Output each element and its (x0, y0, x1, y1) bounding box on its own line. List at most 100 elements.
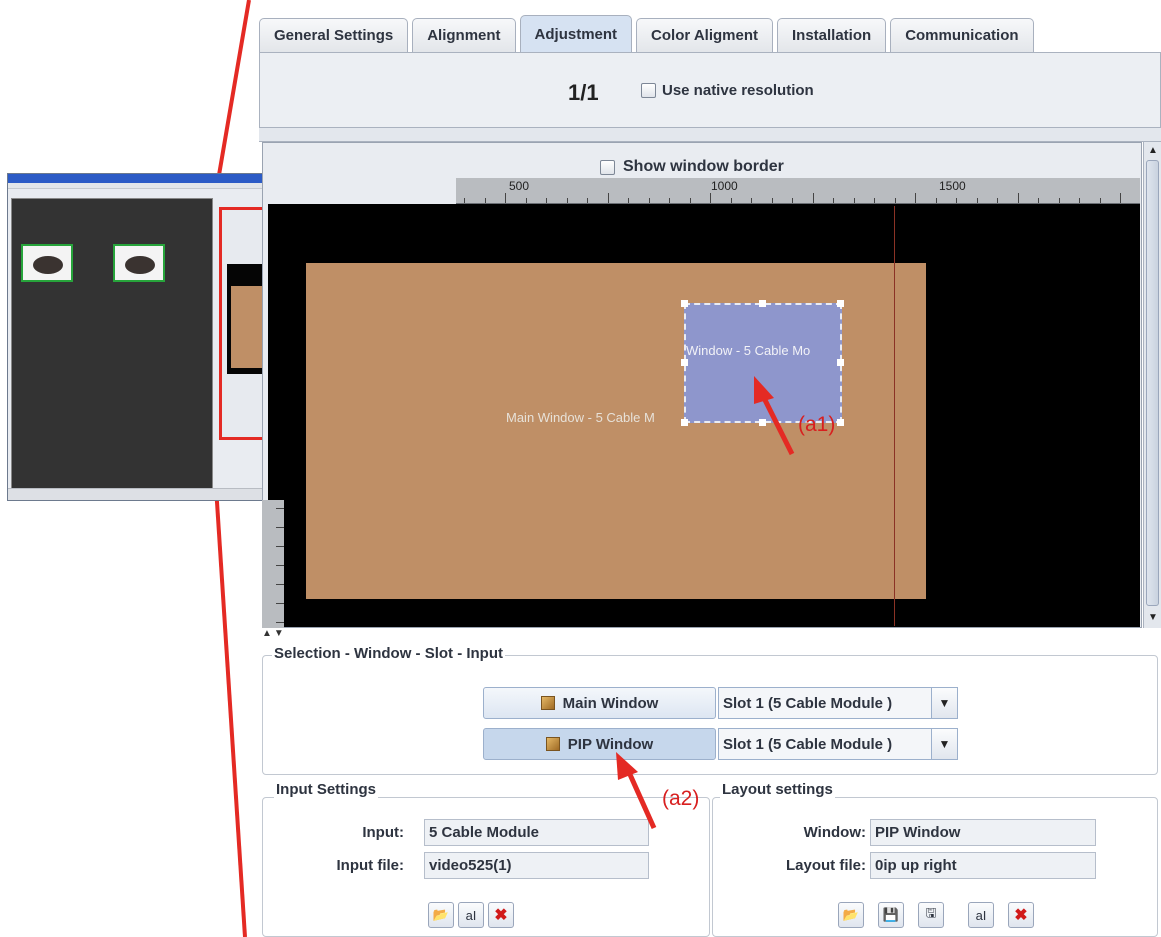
annotation-a2: (a2) (662, 787, 700, 810)
ruler-tick (525, 198, 527, 203)
ruler-tick (546, 198, 547, 203)
ruler-tick (751, 198, 752, 203)
ruler-tick (935, 198, 937, 203)
pip-window-label: Window - 5 Cable Mo (686, 343, 811, 358)
horizontal-ruler: 500 1000 1500 (456, 178, 1140, 204)
ruler-tick (628, 198, 629, 203)
show-border-checkbox[interactable] (600, 159, 615, 175)
chevron-down-icon[interactable]: ▼ (931, 688, 957, 718)
selection-group-title: Selection - Window - Slot - Input (272, 645, 506, 662)
ruler-tick (771, 198, 773, 203)
input-label: Input: (362, 824, 404, 841)
screen-edge-line (894, 206, 895, 626)
ruler-tick (587, 198, 588, 203)
chevron-down-icon[interactable]: ▼ (931, 729, 957, 759)
resize-handle[interactable] (681, 359, 688, 366)
rename-icon[interactable]: aI (968, 902, 994, 928)
resize-handle[interactable] (837, 419, 844, 426)
ruler-tick (1058, 198, 1060, 203)
ruler-label: 1000 (711, 179, 738, 193)
ruler-tick (1120, 193, 1121, 203)
input-field[interactable]: 5 Cable Module (424, 819, 649, 846)
scrollbar-thumb[interactable] (1146, 160, 1159, 606)
split-pane-arrows-icon[interactable]: ▲▼ (262, 628, 286, 639)
ruler-tick (276, 546, 284, 547)
resize-handle[interactable] (837, 300, 844, 307)
ruler-tick (1038, 198, 1039, 203)
native-resolution-option[interactable]: Use native resolution (641, 82, 814, 99)
scroll-down-icon[interactable]: ▼ (1148, 612, 1158, 623)
resize-handle[interactable] (681, 300, 688, 307)
tab-color-alignment[interactable]: Color Aligment (636, 18, 773, 52)
pip-window-slot-value: Slot 1 (5 Cable Module ) (723, 735, 893, 753)
ruler-tick (505, 193, 506, 203)
ruler-tick (833, 198, 834, 203)
vertical-scrollbar[interactable]: ▲ ▼ (1143, 142, 1161, 628)
ruler-tick (607, 193, 609, 203)
layout-file-field[interactable]: 0ip up right (870, 852, 1096, 879)
tab-general-settings[interactable]: General Settings (259, 18, 409, 52)
tab-alignment[interactable]: Alignment (412, 18, 516, 52)
tab-adjustment[interactable]: Adjustment (519, 15, 633, 52)
main-window-slot-select[interactable]: Slot 1 (5 Cable Module ) ▼ (718, 687, 958, 719)
ruler-tick (276, 527, 284, 528)
panel-separator[interactable] (259, 128, 1161, 142)
annotation-a1: (a1) (798, 413, 836, 436)
resize-handle[interactable] (759, 419, 766, 426)
ruler-tick (1079, 198, 1080, 203)
main-window-button[interactable]: Main Window (483, 687, 716, 719)
tab-installation[interactable]: Installation (777, 18, 887, 52)
show-border-option[interactable]: Show window border (600, 158, 784, 176)
delete-icon[interactable]: ✖ (1008, 902, 1034, 928)
layout-window-label: Window: (803, 824, 866, 841)
ruler-tick (276, 584, 284, 585)
delete-icon[interactable]: ✖ (488, 902, 514, 928)
pip-window-region[interactable] (684, 303, 842, 423)
layout-settings-title: Layout settings (720, 781, 835, 798)
ruler-tick (894, 198, 896, 203)
input-settings-title: Input Settings (274, 781, 378, 798)
ruler-tick (484, 198, 486, 203)
show-border-label: Show window border (623, 158, 784, 175)
pip-window-button[interactable]: PIP Window (483, 728, 716, 760)
input-file-field[interactable]: video525(1) (424, 852, 649, 879)
ruler-tick (648, 198, 650, 203)
ruler-label: 1500 (939, 179, 966, 193)
ruler-tick (812, 193, 814, 203)
pip-window-slot-select[interactable]: Slot 1 (5 Cable Module ) ▼ (718, 728, 958, 760)
rename-icon[interactable]: aI (458, 902, 484, 928)
tab-bar: General Settings Alignment Adjustment Co… (259, 15, 1034, 54)
resize-handle[interactable] (837, 359, 844, 366)
scroll-up-icon[interactable]: ▲ (1148, 145, 1158, 156)
ruler-tick (276, 603, 284, 604)
open-folder-icon[interactable]: 📂 (838, 902, 864, 928)
ruler-tick (730, 198, 732, 203)
ruler-tick (792, 198, 793, 203)
tab-communication[interactable]: Communication (890, 18, 1034, 52)
main-window-slot-value: Slot 1 (5 Cable Module ) (723, 694, 893, 712)
vertical-ruler (262, 500, 284, 628)
ruler-tick (689, 198, 691, 203)
ruler-tick (1099, 198, 1101, 203)
ruler-tick (276, 565, 284, 566)
native-resolution-checkbox[interactable] (641, 83, 656, 98)
layout-window-field[interactable]: PIP Window (870, 819, 1096, 846)
window-icon (540, 696, 555, 710)
ruler-tick (464, 198, 465, 203)
open-folder-icon[interactable]: 📂 (428, 902, 454, 928)
ruler-tick (669, 198, 670, 203)
ruler-tick (710, 193, 711, 203)
ruler-tick (915, 193, 916, 203)
ruler-tick (997, 198, 998, 203)
main-window-button-label: Main Window (562, 694, 659, 712)
ruler-tick (976, 198, 978, 203)
ruler-tick (276, 622, 284, 623)
projector-icon (113, 244, 165, 282)
ruler-label: 500 (509, 179, 530, 193)
ruler-tick (874, 198, 875, 203)
save-as-icon[interactable]: 🖫 (918, 902, 944, 928)
save-icon[interactable]: 💾 (878, 902, 904, 928)
pip-window-button-label: PIP Window (567, 735, 654, 753)
resize-handle[interactable] (681, 419, 688, 426)
resize-handle[interactable] (759, 300, 766, 307)
